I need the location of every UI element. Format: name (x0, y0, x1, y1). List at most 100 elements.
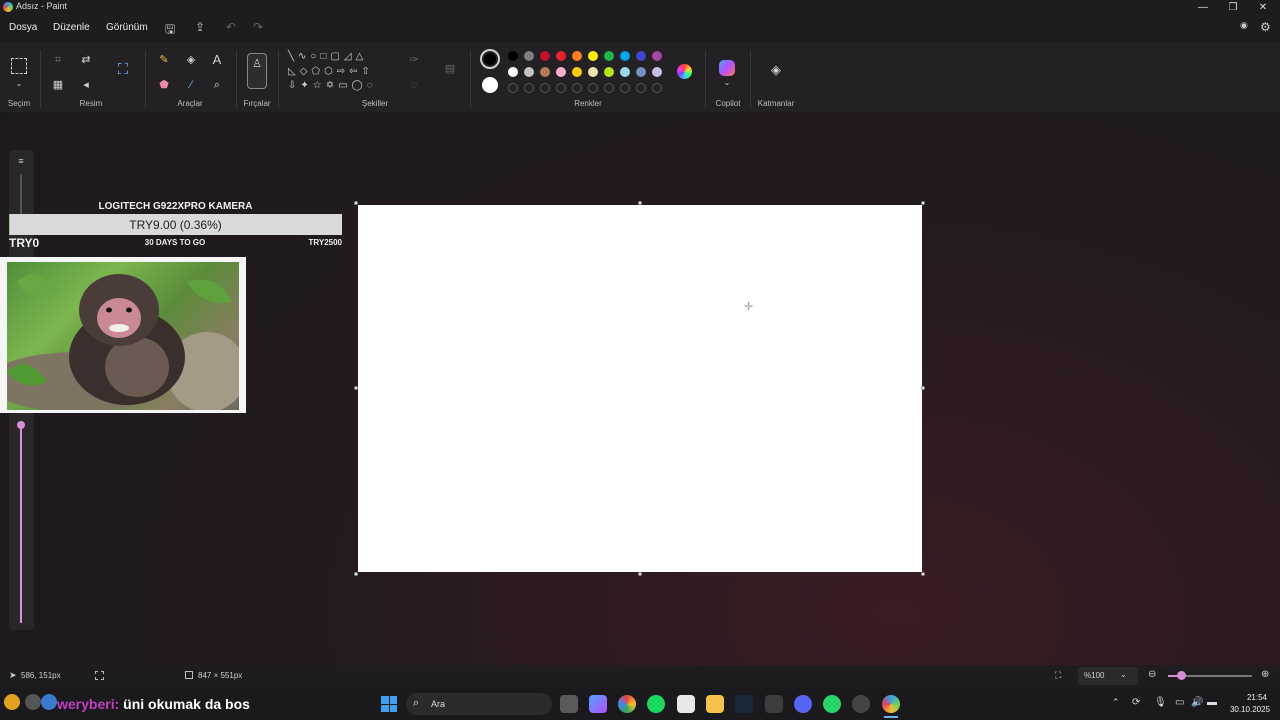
color-swatch[interactable] (604, 51, 614, 61)
text-tool-icon[interactable]: A (209, 53, 225, 67)
canvas-resize-handle[interactable] (921, 386, 925, 390)
magnifier-icon[interactable]: ⌕ (209, 78, 225, 92)
microphone-icon[interactable]: 🎙 (1154, 697, 1167, 708)
redo-icon[interactable]: ↷ (253, 20, 263, 34)
selection-tool-icon[interactable] (11, 58, 27, 74)
brush-button[interactable]: ♙ (247, 53, 267, 89)
empty-color-slot[interactable] (556, 83, 566, 93)
volume-icon[interactable]: 🔊 (1191, 697, 1203, 708)
sync-icon[interactable]: ⟳ (1132, 697, 1140, 708)
menu-view[interactable]: Görünüm (106, 22, 148, 33)
network-app-icon[interactable] (765, 695, 783, 713)
settings-gear-icon[interactable]: ⚙ (1260, 20, 1271, 34)
steam-icon[interactable] (735, 695, 753, 713)
color-swatch[interactable] (652, 51, 662, 61)
color-swatch[interactable] (556, 67, 566, 77)
canvas-resize-handle[interactable] (921, 572, 925, 576)
crop-icon[interactable]: ⌗ (50, 53, 66, 67)
empty-color-slot[interactable] (508, 83, 518, 93)
image-generate-icon[interactable]: ⛶ (115, 62, 131, 77)
empty-color-slot[interactable] (524, 83, 534, 93)
fill-icon[interactable]: ◌ (406, 78, 422, 92)
color-swatch[interactable] (508, 67, 518, 77)
edit-colors-icon[interactable] (677, 64, 692, 79)
empty-color-slot[interactable] (652, 83, 662, 93)
shapes-row-2[interactable]: ◺◇⬠⬡⇨⇦⇧ (288, 65, 392, 80)
empty-color-slot[interactable] (620, 83, 630, 93)
secondary-color-button[interactable] (482, 77, 498, 93)
empty-color-slot[interactable] (540, 83, 550, 93)
notes-app-icon[interactable] (677, 695, 695, 713)
spotify-icon[interactable] (647, 695, 665, 713)
layers-icon[interactable]: ◈ (768, 63, 784, 77)
color-swatch[interactable] (652, 67, 662, 77)
color-swatch[interactable] (588, 51, 598, 61)
eraser-icon[interactable]: ⬟ (156, 78, 172, 92)
color-swatch[interactable] (540, 67, 550, 77)
brush-size-slider-thumb[interactable] (17, 421, 25, 429)
rotate-icon[interactable]: ◂ (78, 78, 94, 92)
canvas-resize-handle[interactable] (638, 201, 642, 205)
battery-icon[interactable]: ▬ (1207, 697, 1217, 708)
account-icon[interactable]: ◉ (1240, 20, 1248, 31)
color-swatch[interactable] (636, 51, 646, 61)
empty-color-slot[interactable] (636, 83, 646, 93)
color-swatch[interactable] (620, 51, 630, 61)
color-swatch[interactable] (572, 51, 582, 61)
taskbar-search[interactable] (406, 693, 552, 715)
color-swatch[interactable] (604, 67, 614, 77)
color-swatch[interactable] (524, 67, 534, 77)
close-button[interactable]: ✕ (1248, 0, 1278, 14)
menu-edit[interactable]: Düzenle (53, 22, 90, 33)
chevron-down-icon[interactable]: ⌄ (719, 76, 735, 90)
discord-icon[interactable] (794, 695, 812, 713)
chevron-up-icon[interactable]: ⌃ (1112, 697, 1120, 708)
shape-style-icon[interactable]: ▤ (442, 62, 458, 76)
file-explorer-icon[interactable] (706, 695, 724, 713)
color-swatch[interactable] (572, 67, 582, 77)
clock-date[interactable]: 30.10.2025 (1226, 705, 1274, 714)
empty-color-slot[interactable] (604, 83, 614, 93)
zoom-in-icon[interactable]: ⊕ (1261, 669, 1269, 680)
fit-to-window-icon[interactable]: ⛶ (1055, 670, 1061, 681)
minimize-button[interactable]: — (1188, 0, 1218, 14)
brush-size-slider[interactable] (20, 425, 22, 623)
color-swatch[interactable] (588, 67, 598, 77)
copilot-taskbar-icon[interactable] (589, 695, 607, 713)
shapes-row-1[interactable]: ╲∿○□▢◿△ (288, 50, 392, 65)
canvas-resize-handle[interactable] (638, 572, 642, 576)
resize-icon[interactable]: ⇄ (78, 53, 94, 67)
shapes-gallery[interactable]: ╲∿○□▢◿△ ◺◇⬠⬡⇨⇦⇧ ⇩✦☆✡▭◯◌ (288, 50, 392, 96)
color-swatch[interactable] (540, 51, 550, 61)
color-swatch[interactable] (636, 67, 646, 77)
color-swatch[interactable] (524, 51, 534, 61)
undo-icon[interactable]: ↶ (226, 20, 236, 34)
widget-badge-icon[interactable] (4, 694, 20, 710)
fill-bucket-icon[interactable]: ◈ (183, 53, 199, 67)
network-icon[interactable]: ▭ (1175, 697, 1184, 708)
primary-color-button[interactable] (480, 49, 500, 69)
share-icon[interactable]: ⇪ (195, 20, 205, 34)
group-label-layers[interactable]: Katmanlar (752, 99, 800, 108)
canvas-resize-handle[interactable] (354, 201, 358, 205)
restore-button[interactable]: ❐ (1218, 0, 1248, 14)
image-grid-icon[interactable]: ▦ (50, 78, 66, 92)
clock-time[interactable]: 21:54 (1240, 693, 1274, 702)
outline-icon[interactable]: ✑ (406, 53, 422, 67)
empty-color-slot[interactable] (572, 83, 582, 93)
zoom-out-icon[interactable]: ⊖ (1148, 669, 1156, 680)
shapes-row-3[interactable]: ⇩✦☆✡▭◯◌ (288, 79, 392, 94)
paint-taskbar-icon[interactable] (882, 695, 900, 713)
canvas-resize-handle[interactable] (354, 572, 358, 576)
chevron-down-icon[interactable]: ⌄ (11, 77, 27, 91)
color-swatch[interactable] (620, 67, 630, 77)
color-picker-icon[interactable]: ⁄ (183, 78, 199, 92)
drawing-canvas[interactable] (358, 205, 922, 572)
save-icon[interactable]: 🖫 (165, 20, 175, 41)
zoom-slider-thumb[interactable] (1177, 671, 1186, 680)
whatsapp-icon[interactable] (823, 695, 841, 713)
color-swatch[interactable] (556, 51, 566, 61)
menu-file[interactable]: Dosya (9, 22, 37, 33)
canvas-resize-handle[interactable] (354, 386, 358, 390)
empty-color-slot[interactable] (588, 83, 598, 93)
